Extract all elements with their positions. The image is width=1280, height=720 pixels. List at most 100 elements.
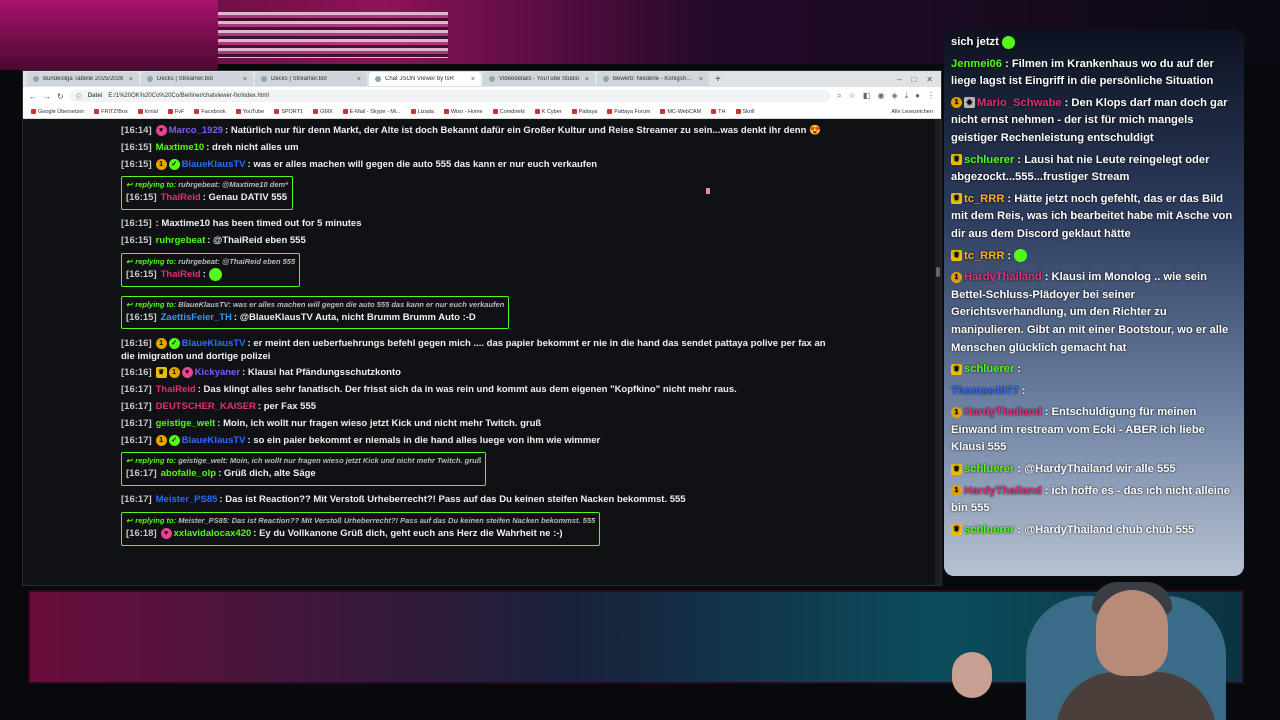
overlay-chat-message: 1 HardyThailand: Klausi im Monolog .. wie…	[951, 269, 1236, 357]
username[interactable]: ruhrgebeat	[156, 235, 206, 246]
username: tc_RRR	[964, 249, 1005, 262]
username[interactable]: BlaueKlausTV	[182, 338, 246, 349]
timestamp: [16:17]	[121, 434, 152, 446]
reply-text: @Maxtime10 dem*	[221, 180, 289, 190]
browser-tab[interactable]: Videodetails - YouTube Studio ×	[483, 72, 595, 86]
bookmark-item[interactable]: FvF	[167, 109, 184, 115]
browser-tab[interactable]: Chat JSON Viewer by tsR ×	[369, 72, 481, 86]
download-icon[interactable]: ⤓	[905, 91, 909, 101]
scrollbar[interactable]	[935, 119, 941, 585]
reply-context: ↩ replying to: ruhrgebeat: @Maxtime10 dem…	[126, 179, 288, 190]
chat-message: [16:16] 1 ✓ BlaueKlausTV: er meint den uebe…	[121, 335, 841, 365]
emote-icon	[1001, 35, 1015, 49]
bookmark-icon	[410, 109, 416, 114]
close-tab-icon[interactable]: ×	[471, 76, 475, 83]
username[interactable]: ZaettisFeier_TH	[161, 312, 232, 323]
verified-badge-icon: ✓	[168, 434, 180, 446]
bookmark-item[interactable]: Google Übersetzer	[31, 109, 84, 115]
overlay-chat-message: ♛ schluerer: Lausi hat nie Leute reingele…	[951, 152, 1236, 187]
username[interactable]: Kickyaner	[195, 367, 240, 378]
sub-badge-icon: 1	[155, 338, 167, 350]
window-controls: – □ ✕	[897, 75, 941, 84]
chat-message: [16:15] ruhrgebeat: @ThaiReid eben 555	[121, 233, 935, 250]
close-tab-icon[interactable]: ×	[585, 76, 589, 83]
extension-icon[interactable]: ◈	[891, 91, 897, 101]
mouse-cursor	[706, 188, 710, 194]
username[interactable]: ThaiReid	[156, 384, 196, 395]
reply-text: Das ist Reaction?? Mit Verstoß Urheberre…	[231, 515, 596, 525]
forward-icon[interactable]: →	[43, 92, 51, 101]
extension-icon[interactable]: ◧	[863, 91, 871, 101]
username[interactable]: ThaiReid	[161, 192, 201, 203]
url-field[interactable]: ⓘ Datei E:/1%20OK%20Co%20Co/Berliner/cha…	[69, 90, 832, 102]
message-text: : dreh nicht alles um	[206, 141, 299, 153]
bookmark-item[interactable]: SPORT1	[274, 109, 303, 115]
close-tab-icon[interactable]: ×	[243, 76, 247, 83]
username[interactable]: BlaueKlausTV	[182, 435, 246, 446]
tab-label: Decks | Streamer.bot	[271, 76, 327, 82]
username: schluerer	[964, 363, 1015, 376]
emote-icon	[1014, 249, 1028, 263]
bookmark-item[interactable]: MC-WebCAM	[660, 109, 701, 115]
username[interactable]: BlaueKlausTV	[182, 159, 246, 170]
browser-tab[interactable]: Decks | Streamer.bot ×	[141, 72, 253, 86]
reload-icon[interactable]: ↻	[57, 92, 64, 101]
bookmark-item[interactable]: Wiso - Home	[443, 109, 483, 115]
chat-message: [16:17] geistige_welt: Moin, ich wollt nu…	[121, 416, 935, 433]
star-icon[interactable]: ☆	[849, 91, 856, 101]
reply-label: replying to:	[135, 256, 179, 266]
bookmark-item[interactable]: fonial	[137, 109, 158, 115]
verified-badge-icon: ✓	[168, 338, 180, 350]
extension-icon[interactable]: ◉	[877, 91, 884, 101]
bookmark-icon	[313, 109, 319, 114]
close-tab-icon[interactable]: ×	[357, 76, 361, 83]
bookmark-item[interactable]: Comdirekt	[492, 109, 525, 115]
crown-badge-icon: ♛	[155, 367, 167, 379]
bookmark-item[interactable]: Facebook	[194, 109, 226, 115]
zoom-icon[interactable]: ⌕	[837, 91, 841, 101]
bookmark-item[interactable]: TH	[711, 109, 726, 115]
bookmark-item[interactable]: Pattaya Forum	[607, 109, 650, 115]
scrollbar-thumb[interactable]	[936, 267, 940, 277]
username[interactable]: Marco_1929	[169, 125, 223, 136]
maximize-icon[interactable]: □	[911, 75, 916, 84]
message-text: :	[1007, 249, 1012, 262]
bookmark-item[interactable]: Pattaya	[571, 109, 597, 115]
bookmark-item[interactable]: Skrill	[735, 109, 754, 115]
username[interactable]: geistige_welt	[156, 418, 216, 429]
close-icon[interactable]: ✕	[926, 75, 933, 84]
close-tab-icon[interactable]: ×	[129, 76, 133, 83]
back-icon[interactable]: ←	[29, 92, 37, 101]
browser-tab[interactable]: Bundesliga Tabelle 2025/2026 ×	[27, 72, 139, 86]
close-tab-icon[interactable]: ×	[699, 76, 703, 83]
username[interactable]: xxlavidalocax420	[174, 528, 252, 539]
minimize-icon[interactable]: –	[897, 75, 901, 84]
bookmark-item[interactable]: YouTube	[235, 109, 264, 115]
bookmark-item[interactable]: K Cyber	[534, 109, 562, 115]
timestamp: [16:17]	[121, 400, 152, 412]
all-bookmarks-link[interactable]: Alle Lesezeichen	[891, 109, 933, 115]
bookmark-item[interactable]: Lizada	[410, 109, 434, 115]
new-tab-button[interactable]: +	[715, 74, 721, 85]
username[interactable]: abofalle_olp	[161, 468, 216, 479]
bookmark-item[interactable]: FRITZ!Box	[94, 109, 128, 115]
reply-wrapper: ↩ replying to: ruhrgebeat: @ThaiReid eben…	[121, 250, 935, 293]
username[interactable]: DEUTSCHER_KAISER	[156, 401, 256, 412]
chat-message: [16:17] abofalle_olp: Grüß dich, alte Säg…	[126, 466, 481, 483]
profile-icon[interactable]: ●	[915, 91, 920, 101]
username[interactable]: ThaiReid	[161, 269, 201, 280]
bookmark-item[interactable]: E-Mail - Skype - Mi...	[342, 109, 401, 115]
message-text: : Natürlich nur für denn Markt, der Alte…	[225, 125, 821, 136]
reply-arrow-icon: ↩	[126, 256, 133, 266]
username[interactable]: Maxtime10	[156, 142, 205, 153]
username[interactable]: Meister_PS85	[156, 494, 218, 505]
info-icon[interactable]: ⓘ	[76, 92, 82, 101]
browser-tab[interactable]: Bewerb: Niederle - Königshaus ×	[597, 72, 709, 86]
browser-tab[interactable]: Decks | Streamer.bot ×	[255, 72, 367, 86]
menu-icon[interactable]: ⋮	[927, 91, 935, 101]
message-text: : Das ist Reaction?? Mit Verstoß Urheber…	[219, 494, 686, 506]
overlay-chat-message: 1 HardyThailand: ich hoffe es - das ich n…	[951, 483, 1236, 518]
reply-label: replying to:	[135, 180, 179, 190]
message-text: : @HardyThailand wir alle 555	[1017, 463, 1176, 476]
bookmark-item[interactable]: GMX	[313, 109, 333, 115]
